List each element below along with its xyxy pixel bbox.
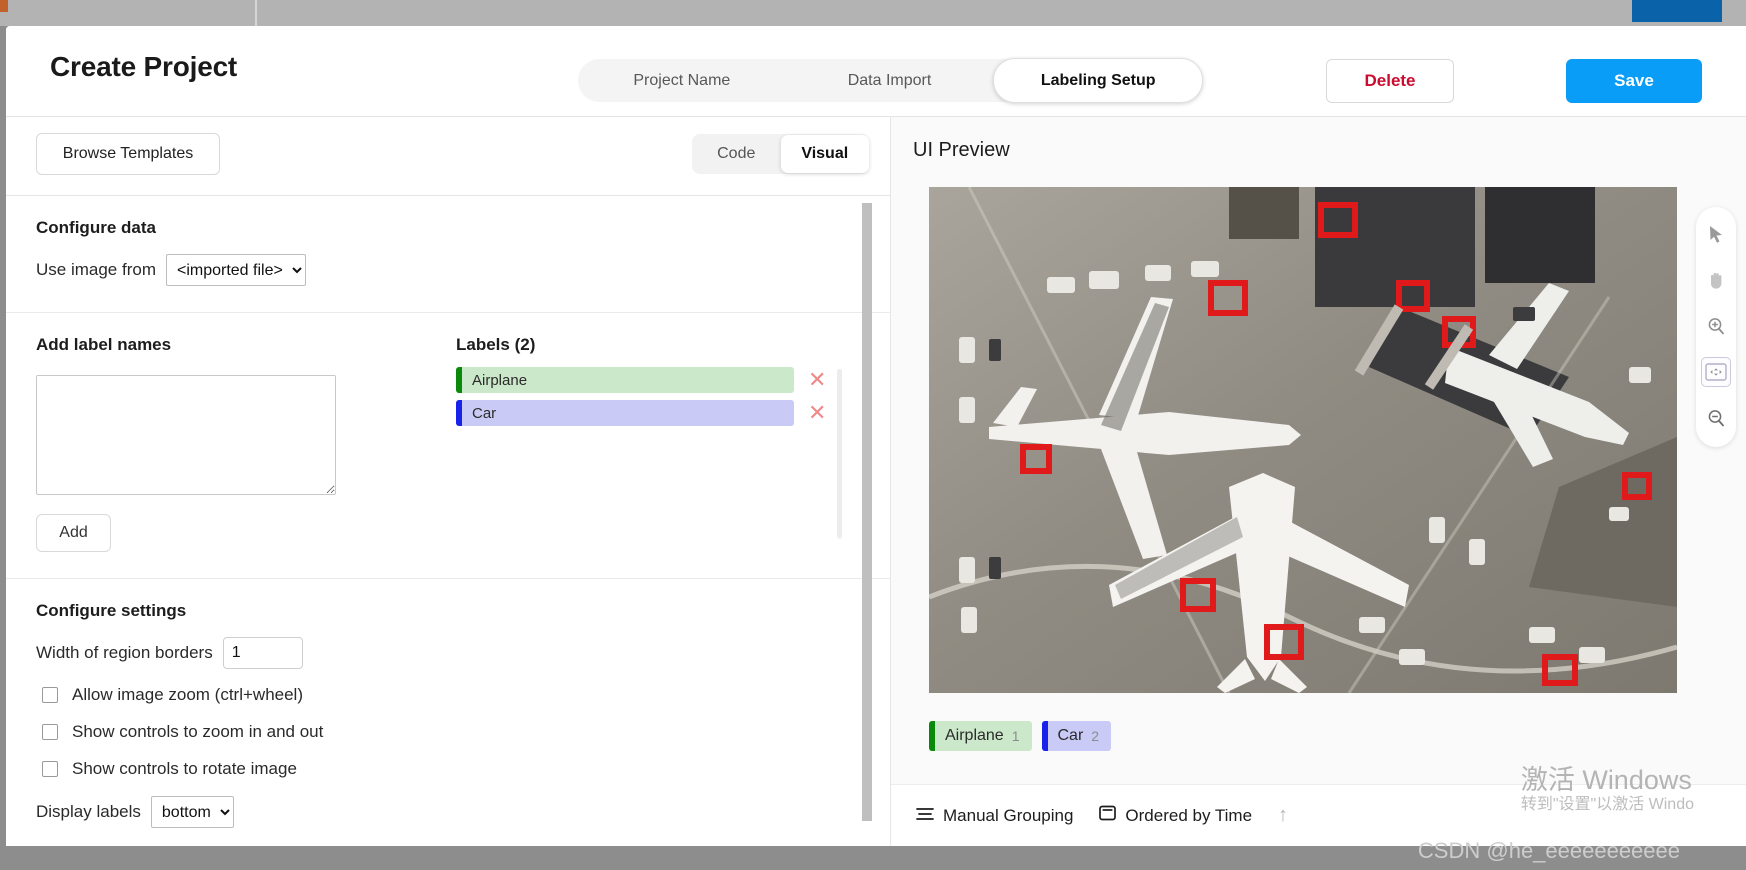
delete-button[interactable]: Delete [1326,59,1454,103]
hand-icon[interactable] [1701,265,1731,295]
checkbox-allow-image-zoom[interactable] [42,687,58,703]
display-labels-label: Display labels [36,802,141,821]
chip-hotkey: 1 [1011,728,1020,744]
preview-label-chips: Airplane 1 Car 2 [929,721,1112,751]
config-scroll-area[interactable]: Configure data Use image from <imported … [6,195,890,846]
region-border-width-label: Width of region borders [36,643,213,662]
toggle-option-code[interactable]: Code [692,134,781,174]
step-tabs: Project Name Data Import Labeling Setup [578,58,1204,103]
manual-grouping-button[interactable]: Manual Grouping [916,806,1073,826]
labels-scrollbar[interactable] [837,369,842,539]
checkbox-label: Allow image zoom (ctrl+wheel) [72,685,303,704]
region-border-width-input[interactable] [222,637,303,669]
checkbox-row-zoom-controls[interactable]: Show controls to zoom in and out [36,722,860,742]
checkbox-show-zoom-controls[interactable] [42,724,58,740]
page-title: Create Project [50,51,238,82]
zoom-out-icon[interactable] [1701,403,1731,433]
use-image-from-label: Use image from [36,260,156,279]
fit-to-screen-icon[interactable] [1701,357,1731,387]
label-chip-airplane[interactable]: Airplane [456,367,794,393]
browse-templates-button[interactable]: Browse Templates [36,133,220,175]
section-configure-data: Configure data Use image from <imported … [6,196,890,313]
section-configure-settings: Configure settings Width of region borde… [6,579,890,846]
labels-heading: Labels (2) [456,335,536,354]
chrome-divider [255,0,257,26]
body-split: Browse Templates Code Visual Configure d… [6,117,1746,846]
preview-bottom-bar: Manual Grouping Ordered by Time ↑ [891,784,1746,846]
close-icon[interactable]: ✕ [808,402,826,424]
label-chip-car[interactable]: Car [456,400,794,426]
region-border-width-row: Width of region borders [36,637,860,669]
save-button[interactable]: Save [1566,59,1702,103]
image-tool-strip [1696,207,1736,447]
config-pane: Browse Templates Code Visual Configure d… [6,117,890,846]
checkbox-label: Show controls to zoom in and out [72,722,324,741]
zoom-in-icon[interactable] [1701,311,1731,341]
close-icon[interactable]: ✕ [808,369,826,391]
arrow-up-icon[interactable]: ↑ [1278,804,1288,827]
left-toolbar: Browse Templates Code Visual [6,117,890,195]
aerial-airport-photo [929,187,1677,693]
chip-hotkey: 2 [1091,728,1100,744]
add-label-button[interactable]: Add [36,514,111,552]
preview-image[interactable] [929,187,1677,693]
label-name: Airplane [472,371,528,389]
screenshot-root: Create Project Project Name Data Import … [0,0,1746,870]
checkbox-row-allow-zoom[interactable]: Allow image zoom (ctrl+wheel) [36,685,860,705]
label-name: Car [472,404,497,422]
tab-project-name[interactable]: Project Name [578,59,786,102]
ui-preview-title: UI Preview [913,139,1010,161]
cursor-icon[interactable] [1701,219,1731,249]
label-row: Airplane ✕ [456,367,860,393]
config-pane-scrollbar[interactable] [862,203,872,846]
preview-pane: UI Preview Airplane 1 Car 2 Manual Group… [891,117,1746,846]
toggle-option-visual[interactable]: Visual [780,135,869,173]
add-label-names-title: Add label names [36,335,172,354]
tab-labeling-setup[interactable]: Labeling Setup [993,58,1204,103]
tab-data-import[interactable]: Data Import [786,59,994,102]
label-row: Car ✕ [456,400,860,426]
display-labels-row: Display labels bottom [36,796,860,828]
manual-grouping-label: Manual Grouping [943,805,1074,825]
chip-label: Airplane [945,727,1004,744]
rectangle-icon [1099,805,1117,826]
list-lines-icon [916,806,934,826]
ordered-by-time-button[interactable]: Ordered by Time [1099,805,1252,826]
checkbox-show-rotate-controls[interactable] [42,761,58,777]
chrome-orange-marker [0,0,8,12]
configure-data-title: Configure data [36,218,156,237]
ordered-by-time-label: Ordered by Time [1125,805,1253,825]
configure-settings-title: Configure settings [36,601,187,620]
browser-chrome-strip [0,0,1746,26]
section-add-labels: Add label names Add Labels (2) Airplane … [6,313,890,579]
chip-label: Car [1057,727,1084,744]
add-label-names-block: Add label names Add [36,335,456,552]
app-window: Create Project Project Name Data Import … [6,26,1746,846]
preview-chip-car[interactable]: Car 2 [1041,721,1112,751]
chrome-blue-button[interactable] [1632,0,1722,22]
display-labels-select[interactable]: bottom [150,796,234,828]
use-image-from-select[interactable]: <imported file> [165,254,306,286]
code-visual-toggle: Code Visual [692,134,869,174]
label-names-textarea[interactable] [36,375,336,495]
preview-chip-airplane[interactable]: Airplane 1 [929,721,1032,751]
use-image-from-row: Use image from <imported file> [36,254,860,286]
app-header: Create Project Project Name Data Import … [6,26,1746,117]
labels-list-block: Labels (2) Airplane ✕ Car ✕ [456,335,860,552]
checkbox-label: Show controls to rotate image [72,759,297,778]
checkbox-row-rotate-controls[interactable]: Show controls to rotate image [36,759,860,779]
